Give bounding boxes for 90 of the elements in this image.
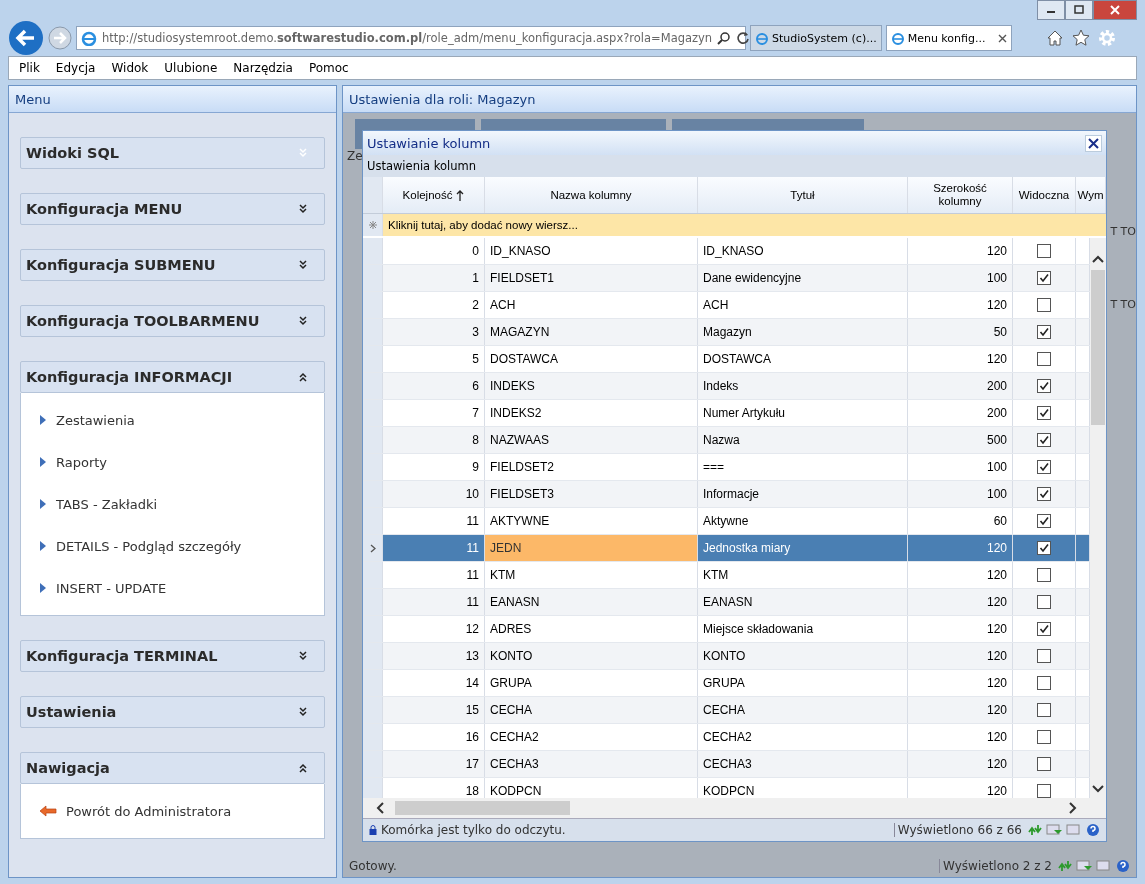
table-cell: ID_KNASO <box>698 238 908 264</box>
table-cell: AKTYWNE <box>485 508 698 534</box>
table-cell: 120 <box>908 670 1013 696</box>
status-text: Komórka jest tylko do odczytu. <box>381 823 566 837</box>
table-cell: Informacje <box>698 481 908 507</box>
table-cell: ACH <box>698 292 908 318</box>
table-cell: FIELDSET1 <box>485 265 698 291</box>
table-cell: 500 <box>908 427 1013 453</box>
table-cell: INDEKS <box>485 373 698 399</box>
table-cell: 15 <box>383 697 485 723</box>
table-cell: 120 <box>908 643 1013 669</box>
table-cell: 17 <box>383 751 485 777</box>
label-fragment: Ze <box>347 149 363 163</box>
table-cell: 7 <box>383 400 485 426</box>
dialog-title: Ustawianie kolumn <box>367 135 491 151</box>
table-cell: 2 <box>383 292 485 318</box>
table-cell: 120 <box>908 589 1013 615</box>
table-cell: CECHA2 <box>698 724 908 750</box>
table-cell: 100 <box>908 481 1013 507</box>
table-cell: MAGAZYN <box>485 319 698 345</box>
table-cell: 120 <box>908 616 1013 642</box>
record-count: Wyświetlono 2 z 2 <box>939 859 1052 873</box>
table-cell: T TO <box>1110 225 1136 238</box>
table-cell: Numer Artykułu <box>698 400 908 426</box>
table-cell: 1 <box>383 265 485 291</box>
table-cell: 12 <box>383 616 485 642</box>
table-cell: FIELDSET2 <box>485 454 698 480</box>
table-cell: Aktywne <box>698 508 908 534</box>
panel-title: Ustawienia dla roli: Magazyn <box>343 86 1136 113</box>
table-cell: 120 <box>908 292 1013 318</box>
table-cell: Dane ewidencyjne <box>698 265 908 291</box>
table-cell: 9 <box>383 454 485 480</box>
table-cell: 16 <box>383 724 485 750</box>
table-cell: KTM <box>698 562 908 588</box>
table-cell: ACH <box>485 292 698 318</box>
table-cell: CECHA <box>698 697 908 723</box>
table-cell: 13 <box>383 643 485 669</box>
panel-title: Menu <box>9 86 336 113</box>
table-cell: 100 <box>908 265 1013 291</box>
table-cell: CECHA3 <box>485 751 698 777</box>
table-cell: 120 <box>908 562 1013 588</box>
table-cell: ID_KNASO <box>485 238 698 264</box>
table-cell: 3 <box>383 319 485 345</box>
table-cell: Nazwa <box>698 427 908 453</box>
table-cell: 10 <box>383 481 485 507</box>
table-cell: KONTO <box>485 643 698 669</box>
table-cell: T TO <box>1110 298 1136 311</box>
table-cell: Miejsce składowania <box>698 616 908 642</box>
table-cell: CECHA3 <box>698 751 908 777</box>
table-cell: 120 <box>908 535 1013 561</box>
table-cell: 5 <box>383 346 485 372</box>
table-cell: 120 <box>908 724 1013 750</box>
table-cell: 8 <box>383 427 485 453</box>
table-cell: Jednostka miary <box>698 535 908 561</box>
table-cell: EANASN <box>698 589 908 615</box>
table-cell: FIELDSET3 <box>485 481 698 507</box>
table-cell: 200 <box>908 373 1013 399</box>
table-cell: NAZWAAS <box>485 427 698 453</box>
table-cell: Indeks <box>698 373 908 399</box>
record-count: Wyświetlono 66 z 66 <box>893 823 1022 837</box>
table-cell: INDEKS2 <box>485 400 698 426</box>
table-cell: EANASN <box>485 589 698 615</box>
table-cell: Magazyn <box>698 319 908 345</box>
table-cell: 6 <box>383 373 485 399</box>
table-cell: ADRES <box>485 616 698 642</box>
table-cell: CECHA <box>485 697 698 723</box>
status-text: Gotowy. <box>349 859 397 873</box>
table-cell: 11 <box>383 508 485 534</box>
table-cell: JEDN <box>485 535 698 561</box>
table-cell: 50 <box>908 319 1013 345</box>
table-cell: 120 <box>908 751 1013 777</box>
table-cell: KONTO <box>698 643 908 669</box>
table-cell: 200 <box>908 400 1013 426</box>
table-cell: GRUPA <box>698 670 908 696</box>
table-cell: 11 <box>383 562 485 588</box>
table-cell: 11 <box>383 589 485 615</box>
table-cell: 0 <box>383 238 485 264</box>
table-cell: DOSTAWCA <box>698 346 908 372</box>
table-cell: 120 <box>908 238 1013 264</box>
table-cell: KTM <box>485 562 698 588</box>
table-cell: CECHA2 <box>485 724 698 750</box>
table-cell: 14 <box>383 670 485 696</box>
table-cell: 60 <box>908 508 1013 534</box>
table-cell: === <box>698 454 908 480</box>
table-cell: 100 <box>908 454 1013 480</box>
dialog-subtitle: Ustawienia kolumn <box>363 155 1106 177</box>
table-cell: 120 <box>908 346 1013 372</box>
table-cell: 120 <box>908 697 1013 723</box>
table-cell: DOSTAWCA <box>485 346 698 372</box>
table-cell: GRUPA <box>485 670 698 696</box>
